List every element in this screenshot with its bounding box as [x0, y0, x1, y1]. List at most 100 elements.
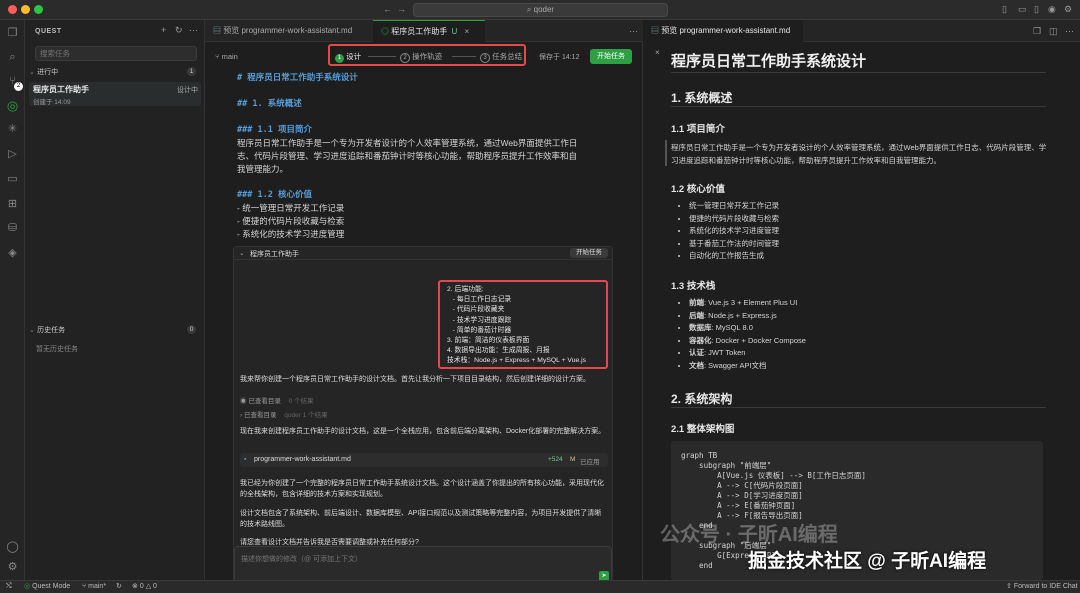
more-icon[interactable]: ⋯ — [629, 26, 638, 37]
branch-icon: ⑂ — [215, 52, 220, 61]
history-empty-text: 暂无历史任务 — [36, 346, 78, 353]
tech-stack-item: 后端: Node.js + Express.js — [689, 310, 1051, 323]
status-bar: ⤭ ◎ Quest Mode ⑂ main* ↻ ⊗ 0 △ 0 ⇪ Forwa… — [0, 580, 1080, 593]
task-created-time: 创建于 14:09 — [33, 99, 71, 106]
settings-gear-icon[interactable]: ⚙ — [1064, 4, 1072, 15]
step-operation-trace[interactable]: 2 操作轨迹 — [400, 51, 442, 63]
quest-sidebar: QUEST + ↻ ⋯ ⌄ 进行中 1 程序员工作助手 设计中 创建于 14:0… — [25, 20, 205, 580]
manage-gear-icon[interactable]: ⚙ — [5, 560, 20, 575]
add-icon[interactable]: + — [161, 25, 166, 35]
command-center[interactable]: ⌕ qoder — [413, 3, 668, 17]
code-line: A --> D[学习进度页面] — [681, 491, 803, 500]
account-icon[interactable]: ◉ — [1048, 4, 1056, 15]
preview-h3-tech-stack: 1.3 技术栈 — [671, 281, 716, 292]
files-icon[interactable]: ❐ — [5, 26, 20, 41]
assistant-message-2: 现在我来创建程序员工作助手的设计文档，这是一个全栈应用，包含前后端分离架构、Do… — [240, 428, 606, 435]
layout-sidebar-icon[interactable]: ▯ — [1002, 4, 1007, 15]
start-task-button[interactable]: 开始任务 — [590, 49, 632, 64]
preview-icon: ▤ — [651, 26, 659, 35]
tab-preview-md[interactable]: ▤ 预览 programmer-work-assistant.md — [205, 20, 371, 42]
branch-status[interactable]: ⑂ main* — [82, 581, 106, 593]
activity-bar: ❐ ⌕ ⑂ 2 ◎ ✳ ▷ ▭ ⊞ ⛁ ◈ ◯ ⚙ — [0, 20, 25, 580]
tool-viewed-dir-1[interactable]: ◉ 已查看目录 0 个结果 — [240, 395, 314, 405]
code-line: A --> E[番茄钟页面] — [681, 501, 796, 510]
core-value-item: 便捷的代码片段收藏与检索 — [689, 213, 1051, 226]
database-icon[interactable]: ⛁ — [5, 221, 20, 236]
task-status: 设计中 — [177, 87, 198, 94]
in-progress-section-header[interactable]: ⌄ 进行中 1 — [29, 67, 199, 79]
back-arrow-icon[interactable]: ← — [383, 4, 392, 14]
close-icon[interactable]: × — [464, 27, 469, 36]
extensions-icon[interactable]: ✳ — [5, 122, 20, 137]
file-applied-status: 已应用 — [580, 459, 600, 466]
history-section-header[interactable]: ⌄ 历史任务 0 — [29, 325, 199, 337]
chat-header: ⌄ 程序员工作助手 开始任务 — [234, 247, 612, 260]
quest-icon: ◎ — [381, 27, 389, 36]
minimize-window-button[interactable] — [21, 5, 30, 14]
code-line: subgraph "前端层" — [681, 461, 772, 470]
quest-editor-panel: ▤ 预览 programmer-work-assistant.md ◎ 程序员工… — [205, 20, 643, 582]
tech-stack-item: 数据库: MySQL 8.0 — [689, 322, 1051, 335]
task-list-item[interactable]: 程序员工作助手 设计中 创建于 14:09 — [29, 82, 201, 106]
account-icon[interactable]: ◯ — [5, 540, 20, 555]
search-tasks-input[interactable] — [35, 46, 197, 61]
preview-h3-core-value: 1.2 核心价值 — [671, 184, 725, 195]
requirement-line: 3. 前端：简洁的仪表板界面 — [447, 337, 530, 345]
run-debug-icon[interactable]: ▷ — [5, 147, 20, 162]
error-icon: ⊗ — [132, 583, 138, 590]
tech-stack-key: 认证 — [689, 348, 704, 357]
editor-line: 志、代码片段管理、学习进度追踪和番茄钟计时等核心功能，帮助程序员提升工作效率和自 — [237, 151, 578, 161]
core-value-item: 统一管理日常开发工作记录 — [689, 200, 1051, 213]
preview-h1: 程序员日常工作助手系统设计 — [671, 53, 867, 70]
terminal-icon[interactable]: ▭ — [5, 172, 20, 187]
sync-icon[interactable]: ↻ — [116, 581, 122, 593]
file-modified-flag: M — [570, 456, 576, 463]
cube-icon[interactable]: ◈ — [5, 246, 20, 261]
source-control-icon[interactable]: ⑂ 2 — [5, 74, 23, 91]
tech-stack-value: Docker + Docker Compose — [715, 335, 806, 345]
quest-mode-indicator[interactable]: ◎ Quest Mode — [24, 581, 70, 593]
more-icon[interactable]: ⋯ — [1065, 26, 1074, 37]
editor-line: 程序员日常工作助手是一个专为开发者设计的个人效率管理系统，通过Web界面提供工作… — [237, 138, 578, 148]
problems-status[interactable]: ⊗ 0 △ 0 — [132, 581, 157, 593]
tech-stack-value: JWT Token — [708, 348, 746, 357]
tab-preview-md[interactable]: ▤ 预览 programmer-work-assistant.md × — [643, 20, 803, 57]
divider — [671, 72, 1046, 73]
close-window-button[interactable] — [8, 5, 17, 14]
forward-arrow-icon[interactable]: → — [397, 4, 406, 14]
preview-h2-overview: 1. 系统概述 — [671, 91, 733, 105]
chat-input-box[interactable]: 描述你想做的修改（@ 可添加上下文） ➤ — [234, 546, 612, 582]
markdown-editor[interactable]: # 程序员日常工作助手系统设计 ## 1. 系统概述 ### 1.1 项目简介 程序员… — [237, 72, 632, 242]
more-icon[interactable]: ⋯ — [189, 25, 198, 36]
step-task-summary[interactable]: 3 任务总结 — [480, 51, 522, 63]
assistant-message-4: 设计文档包含了系统架构、前后端设计、数据库模型、API接口规范以及测试策略等完整… — [240, 510, 602, 528]
search-icon[interactable]: ⌕ — [5, 50, 20, 65]
split-editor-icon[interactable]: ◫ — [1049, 26, 1058, 37]
refresh-icon[interactable]: ↻ — [175, 25, 183, 36]
title-bar: ← → ⌕ qoder ▯ ▭ ▯ ◉ ⚙ — [0, 0, 1080, 20]
close-icon[interactable]: × — [655, 48, 660, 57]
in-progress-count-badge: 1 — [187, 67, 196, 76]
forward-to-chat-button[interactable]: ⇪ Forward to IDE Chat — [1006, 581, 1078, 593]
mid-tab-bar: ▤ 预览 programmer-work-assistant.md ◎ 程序员工… — [205, 20, 643, 42]
grid-icon[interactable]: ⊞ — [5, 197, 20, 212]
tool-viewed-dir-2[interactable]: › 已查看目录 qoder 1 个结果 — [240, 409, 328, 419]
quest-icon[interactable]: ◎ — [5, 98, 20, 113]
editor-line: ### 1.1 项目简介 — [237, 125, 312, 135]
chat-start-task-button[interactable]: 开始任务 — [570, 248, 608, 258]
layout-right-icon[interactable]: ▯ — [1034, 4, 1039, 15]
open-source-icon[interactable]: ❐ — [1033, 26, 1041, 37]
editor-line: 我管理能力。 — [237, 164, 289, 174]
tab-quest[interactable]: ◎ 程序员工作助手 U × — [373, 20, 485, 42]
layout-panel-icon[interactable]: ▭ — [1018, 4, 1027, 15]
remote-icon[interactable]: ⤭ — [6, 581, 12, 593]
zoom-window-button[interactable] — [34, 5, 43, 14]
source-control-badge: 2 — [14, 82, 23, 91]
file-change-card[interactable]: ▪ programmer-work-assistant.md +524 M 已应… — [240, 453, 608, 467]
assistant-message-3: 我已经为你创建了一个完整的程序员日常工作助手系统设计文档。这个设计涵盖了你提出的… — [240, 480, 604, 498]
tech-stack-value: Node.js + Express.js — [708, 310, 777, 320]
step-design[interactable]: 1 设计 — [335, 51, 361, 63]
in-progress-label: 进行中 — [37, 69, 59, 76]
